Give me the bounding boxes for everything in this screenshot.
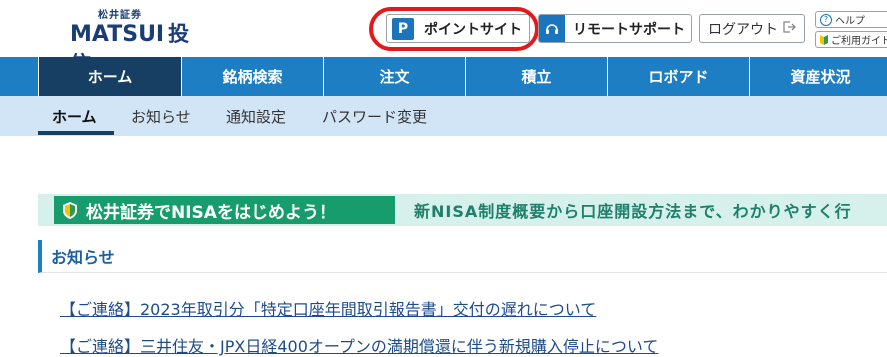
notice-link[interactable]: 【ご連絡】三井住友・JPX日経400オープンの満期償還に伴う新規購入停止について [60, 333, 658, 357]
logout-label: ログアウト [708, 21, 778, 38]
subnav-active-underline [38, 131, 114, 135]
logo-matsui-text: MATSUI [70, 22, 165, 47]
help-label: ヘルプ [835, 16, 865, 27]
logout-button[interactable]: ログアウト [699, 14, 805, 43]
beginner-mark-icon [820, 34, 828, 45]
nisa-banner-title: 松井証券でNISAをはじめよう！ [86, 202, 336, 223]
nisa-banner-label[interactable]: 松井証券でNISAをはじめよう！ [54, 196, 395, 224]
nav-order[interactable]: 注文 [323, 57, 465, 96]
nav-home[interactable]: ホーム [38, 57, 181, 96]
guide-button[interactable]: ご利用ガイド [815, 31, 887, 48]
remote-support-label: リモートサポート [573, 21, 685, 38]
nav-accumulation[interactable]: 積立 [465, 57, 607, 96]
notice-section-header [38, 240, 887, 273]
headset-icon [539, 15, 565, 42]
nav-stock-search[interactable]: 銘柄検索 [181, 57, 323, 96]
matsui-logo[interactable]: 松井証券 MATSUI投信 [70, 4, 192, 76]
nav-robo-advisor[interactable]: ロボアド [607, 57, 749, 96]
notice-link[interactable]: 【ご連絡】2023年取引分「特定口座年間取引報告書」交付の遅れについて [60, 296, 596, 320]
guide-label: ご利用ガイド [831, 36, 887, 47]
subnav-password-change[interactable]: パスワード変更 [322, 96, 427, 136]
notice-section-title: お知らせ [51, 248, 115, 267]
subnav-home[interactable]: ホーム [52, 96, 97, 136]
remote-support-button[interactable]: リモートサポート [538, 14, 692, 43]
main-nav: ホーム 銘柄検索 注文 積立 ロボアド 資産状況 [0, 57, 887, 96]
nav-assets[interactable]: 資産状況 [749, 57, 887, 96]
logout-icon [782, 20, 796, 38]
question-icon: ? [820, 13, 832, 26]
nisa-banner-text: 新NISA制度概要から口座開設方法まで、わかりやすく行 [414, 202, 852, 221]
nisa-shield-icon [63, 201, 77, 219]
help-button[interactable]: ? ヘルプ [815, 11, 887, 28]
sub-nav: ホーム お知らせ 通知設定 パスワード変更 [0, 96, 887, 136]
subnav-notices[interactable]: お知らせ [131, 96, 191, 136]
highlight-circle [369, 7, 539, 51]
subnav-notification-settings[interactable]: 通知設定 [226, 96, 286, 136]
